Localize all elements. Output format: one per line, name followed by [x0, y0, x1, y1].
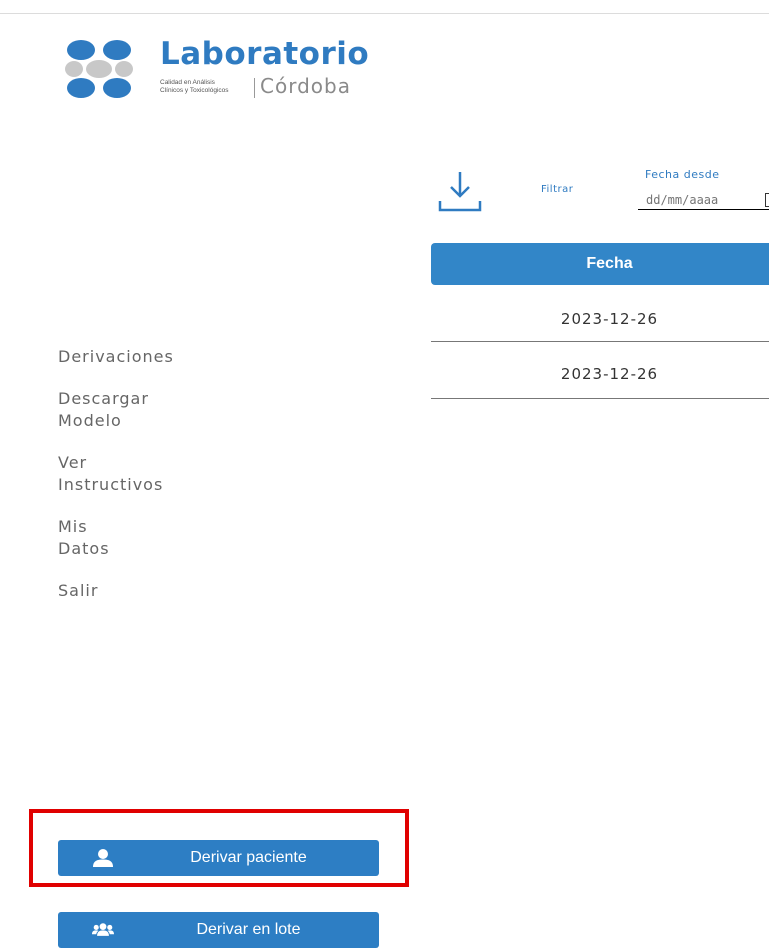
derive-patient-button[interactable]: Derivar paciente [58, 840, 379, 876]
cell-fecha: 2023-12-26 [560, 365, 659, 383]
calendar-icon[interactable] [765, 193, 769, 207]
sidebar-item-descargar-modelo[interactable]: Descargar Modelo [58, 388, 258, 432]
sidebar-item-ver-instructivos[interactable]: Ver Instructivos [58, 452, 258, 496]
table-row[interactable]: 2023-12-26 [431, 285, 769, 342]
logo-title: Laboratorio [160, 36, 370, 72]
logo-separator [254, 78, 255, 98]
sidebar-nav: Derivaciones Descargar Modelo Ver Instru… [58, 346, 258, 624]
derive-patient-label: Derivar paciente [190, 849, 307, 866]
sidebar-item-derivaciones[interactable]: Derivaciones [58, 346, 258, 368]
table-header: Fecha [431, 243, 769, 285]
cell-fecha: 2023-12-26 [560, 310, 659, 328]
download-icon[interactable] [437, 168, 483, 214]
date-from-label: Fecha desde [645, 168, 720, 181]
sidebar-item-salir[interactable]: Salir [58, 580, 258, 602]
logo-subtitle-line1: Calidad en Análisis [160, 79, 215, 86]
logo-city: Córdoba [260, 74, 351, 98]
sidebar-item-mis-datos[interactable]: Mis Datos [58, 516, 258, 560]
column-header-fecha[interactable]: Fecha [431, 255, 769, 273]
logo: Laboratorio Calidad en Análisis Clínicos… [64, 36, 384, 104]
table-row[interactable]: 2023-12-26 [431, 342, 769, 399]
logo-subtitle: Calidad en Análisis Clínicos y Toxicológ… [160, 79, 229, 94]
top-divider [0, 13, 769, 14]
logo-subtitle-line2: Clínicos y Toxicológicos [160, 86, 229, 94]
date-from-input[interactable] [638, 190, 769, 210]
filter-button[interactable]: Filtrar [541, 184, 573, 195]
derive-batch-label: Derivar en lote [196, 921, 301, 938]
logo-mark-icon [65, 40, 133, 98]
